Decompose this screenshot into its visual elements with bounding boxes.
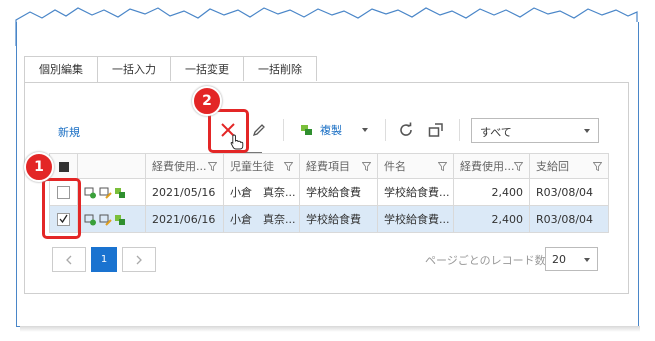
column-header-subject[interactable]: 件名 bbox=[377, 153, 454, 179]
copy-icon bbox=[301, 125, 312, 135]
popout-button[interactable] bbox=[426, 119, 446, 141]
pager: 1 bbox=[52, 247, 161, 272]
column-header-amount[interactable]: 経費使用... bbox=[453, 153, 530, 179]
chevron-down-icon bbox=[584, 258, 590, 262]
per-page-select[interactable]: 20 bbox=[545, 247, 598, 271]
pencil-icon bbox=[252, 124, 265, 137]
edit-record-icon[interactable] bbox=[99, 187, 112, 199]
chevron-left-icon bbox=[66, 255, 72, 264]
tab-bulk-input[interactable]: 一括入力 bbox=[97, 56, 171, 81]
annotation-highlight-checkboxes bbox=[42, 178, 81, 239]
filter-icon[interactable] bbox=[361, 161, 372, 174]
toolbar-separator bbox=[459, 119, 460, 141]
grid-header-row: 経費使用... 児童生徒 経費項目 件名 経費使用... 支給回 bbox=[49, 153, 609, 179]
tab-bar: 個別編集 一括入力 一括変更 一括削除 bbox=[24, 56, 317, 83]
annotation-highlight-delete bbox=[208, 109, 249, 153]
table-row[interactable]: 2021/05/16 小倉 真奈... 学校給食費 学校給食費... 2,400… bbox=[49, 178, 609, 206]
cell-payment-round: R03/08/04 bbox=[529, 205, 609, 233]
toolbar-separator bbox=[385, 119, 386, 141]
add-record-icon[interactable] bbox=[84, 187, 97, 199]
annotation-badge-1: 1 bbox=[24, 152, 54, 182]
copy-record-icon[interactable] bbox=[114, 187, 127, 199]
cell-expense-item: 学校給食費 bbox=[299, 205, 378, 233]
cell-amount: 2,400 bbox=[453, 205, 530, 233]
new-link[interactable]: 新規 bbox=[58, 124, 80, 140]
filter-select[interactable]: すべて bbox=[471, 118, 599, 143]
copy-record-icon[interactable] bbox=[114, 214, 127, 226]
column-header-payment-round[interactable]: 支給回 bbox=[529, 153, 609, 179]
cell-expense-item: 学校給食費 bbox=[299, 178, 378, 206]
per-page-value: 20 bbox=[552, 253, 566, 266]
tab-bulk-change[interactable]: 一括変更 bbox=[170, 56, 244, 81]
prev-page-button[interactable] bbox=[52, 247, 86, 272]
toolbar-separator bbox=[283, 119, 284, 141]
row-actions-cell bbox=[77, 178, 146, 206]
cell-date: 2021/06/16 bbox=[145, 205, 224, 233]
row-actions-cell bbox=[77, 205, 146, 233]
select-all-checkbox[interactable] bbox=[58, 161, 69, 172]
column-header-date[interactable]: 経費使用... bbox=[145, 153, 224, 179]
refresh-icon bbox=[400, 122, 412, 136]
edit-button[interactable] bbox=[250, 119, 268, 141]
tab-individual-edit[interactable]: 個別編集 bbox=[24, 56, 98, 83]
filter-icon[interactable] bbox=[283, 161, 294, 174]
cell-subject: 学校給食費... bbox=[377, 178, 454, 206]
filter-icon[interactable] bbox=[513, 161, 524, 174]
page-button-current[interactable]: 1 bbox=[91, 247, 117, 272]
next-page-button[interactable] bbox=[122, 247, 156, 272]
chevron-down-icon bbox=[362, 128, 368, 132]
data-grid: 経費使用... 児童生徒 経費項目 件名 経費使用... 支給回 2021/05… bbox=[49, 153, 609, 233]
chevron-down-icon bbox=[584, 129, 590, 133]
filter-icon[interactable] bbox=[592, 161, 603, 174]
annotation-badge-2: 2 bbox=[192, 86, 222, 116]
per-page-label: ページごとのレコード数 bbox=[425, 254, 546, 267]
edit-record-icon[interactable] bbox=[99, 214, 112, 226]
cell-student: 小倉 真奈... bbox=[223, 205, 300, 233]
refresh-button[interactable] bbox=[396, 119, 416, 141]
filter-select-value: すべて bbox=[480, 126, 512, 139]
table-row[interactable]: 2021/06/16 小倉 真奈... 学校給食費 学校給食費... 2,400… bbox=[49, 205, 609, 233]
frame-shadow bbox=[20, 326, 640, 332]
cell-amount: 2,400 bbox=[453, 178, 530, 206]
window-popout-icon bbox=[428, 123, 443, 137]
cell-subject: 学校給食費... bbox=[377, 205, 454, 233]
column-header-expense-item[interactable]: 経費項目 bbox=[299, 153, 378, 179]
column-header-student[interactable]: 児童生徒 bbox=[223, 153, 300, 179]
action-column-header bbox=[77, 153, 146, 179]
cell-date: 2021/05/16 bbox=[145, 178, 224, 206]
cell-payment-round: R03/08/04 bbox=[529, 178, 609, 206]
filter-icon[interactable] bbox=[437, 161, 448, 174]
chevron-right-icon bbox=[136, 255, 142, 264]
add-record-icon[interactable] bbox=[84, 214, 97, 226]
tab-bulk-delete[interactable]: 一括削除 bbox=[243, 56, 317, 81]
copy-label: 複製 bbox=[320, 124, 342, 137]
cell-student: 小倉 真奈... bbox=[223, 178, 300, 206]
filter-icon[interactable] bbox=[207, 161, 218, 174]
copy-button[interactable]: 複製 bbox=[300, 119, 378, 141]
